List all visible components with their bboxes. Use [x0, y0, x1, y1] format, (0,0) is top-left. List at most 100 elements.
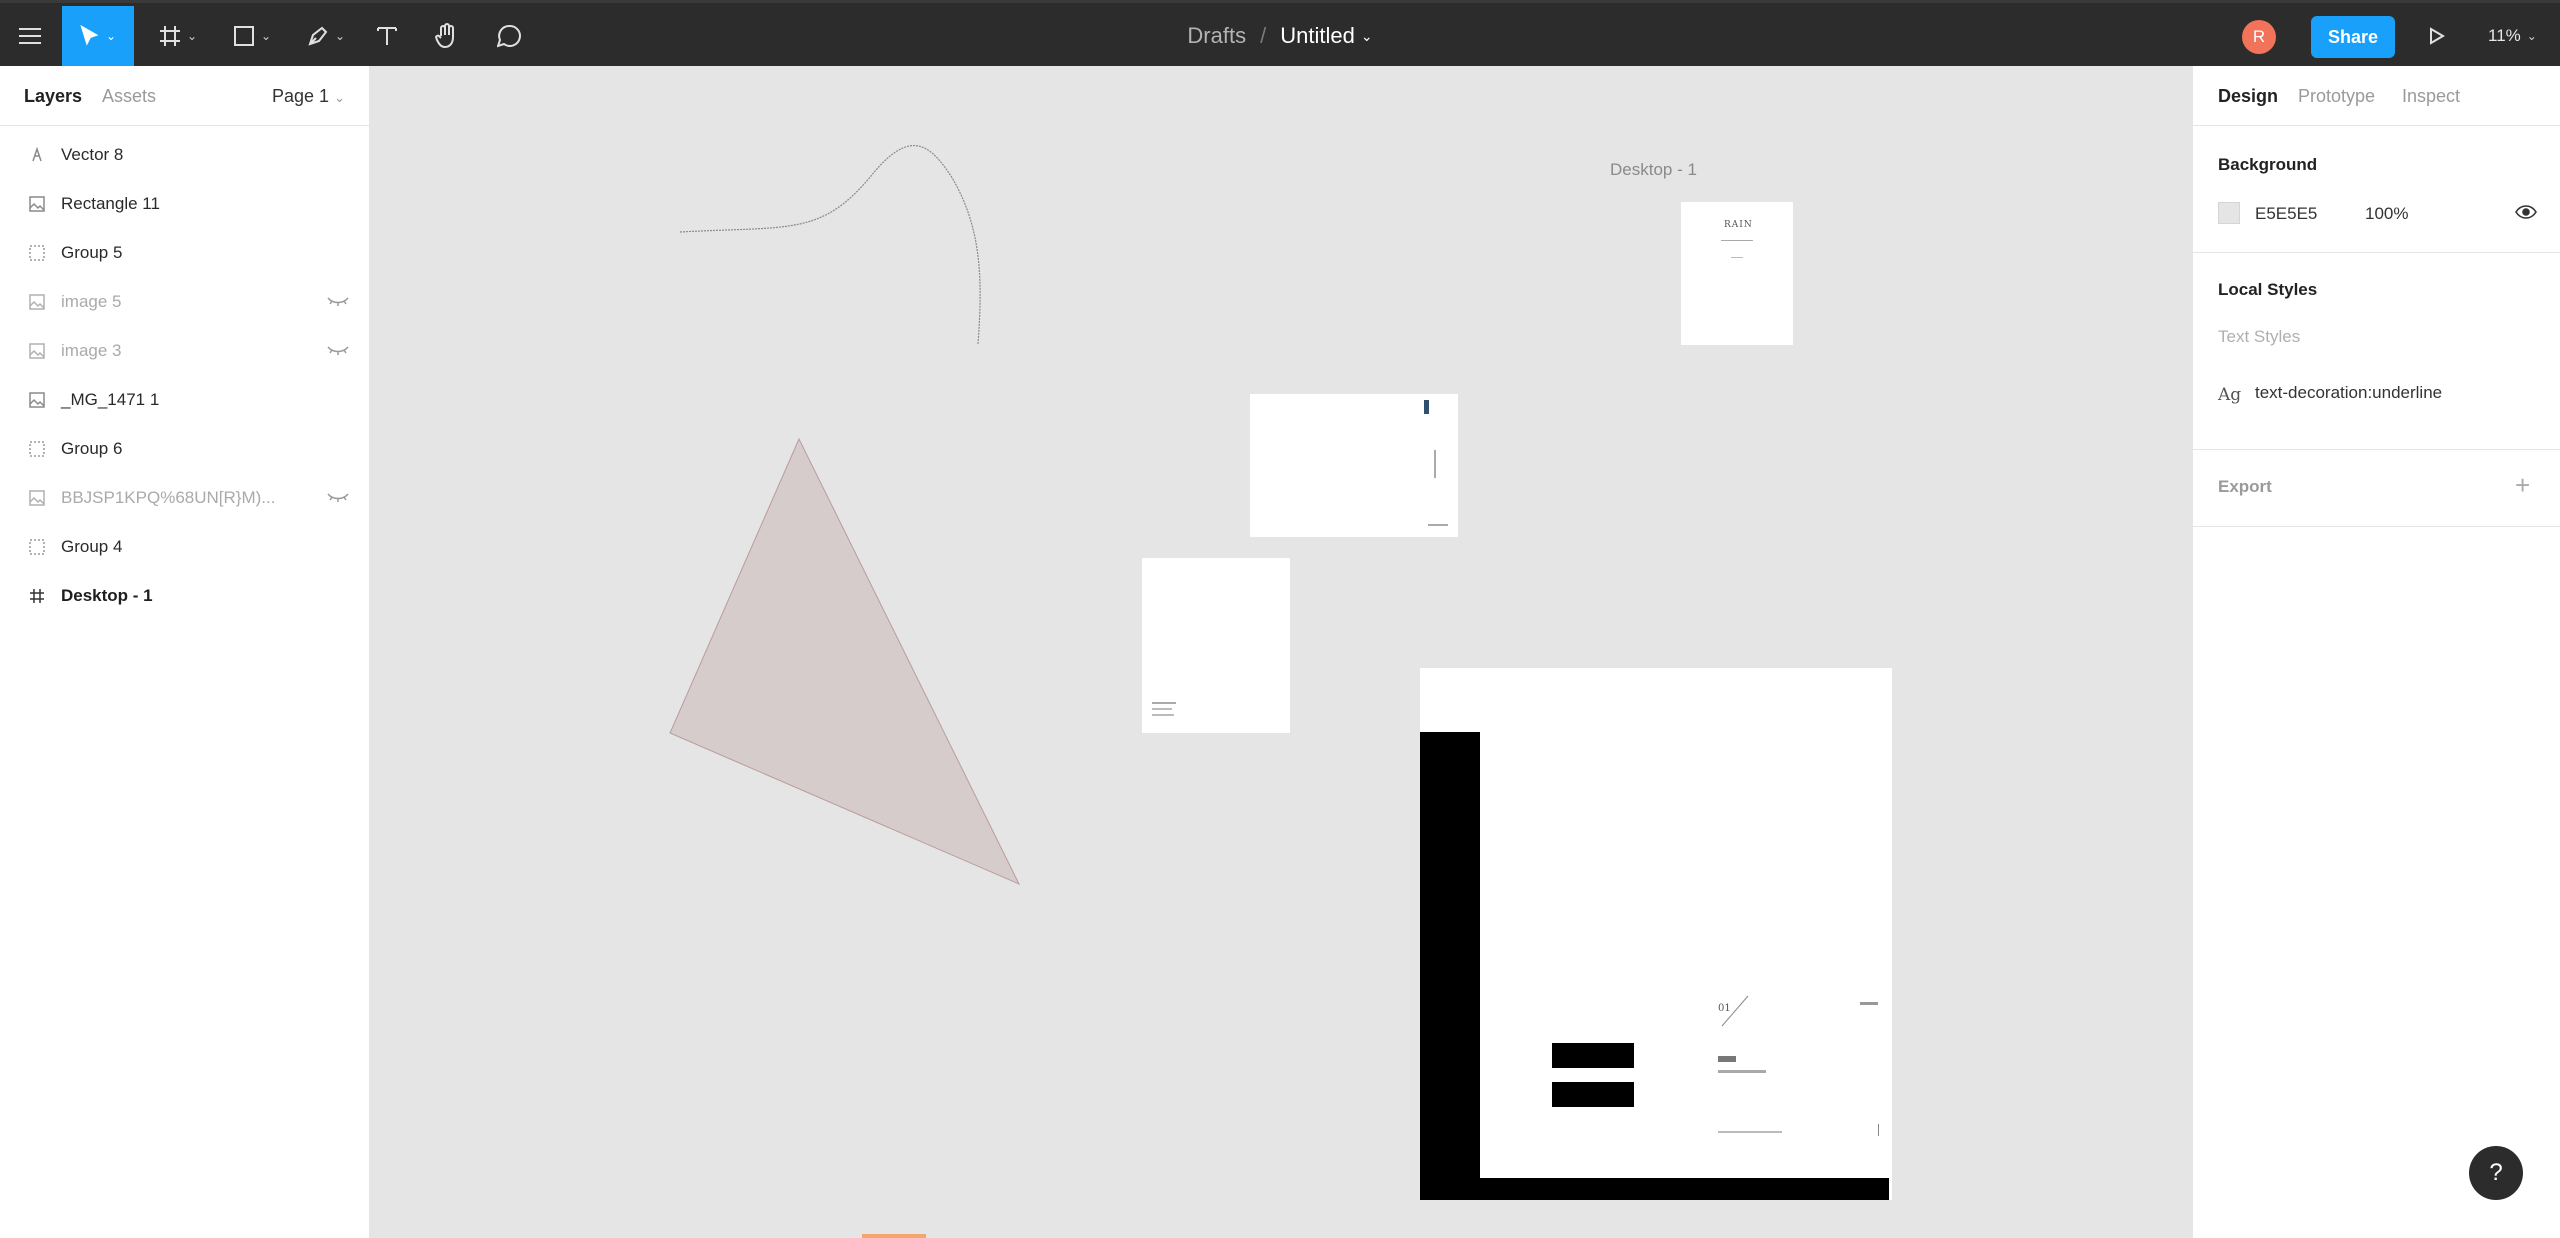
background-opacity-input[interactable]: 100% [2365, 204, 2408, 224]
design-canvas[interactable]: Desktop - 1 RAIN 01 [371, 66, 2191, 1238]
chevron-down-icon: ⌄ [260, 29, 272, 43]
rectangle-icon [233, 26, 254, 46]
desktop-1-frame[interactable]: 01 [1420, 668, 1892, 1200]
hand-tool-button[interactable] [432, 6, 462, 66]
share-button[interactable]: Share [2311, 16, 2395, 58]
black-vertical-bar [1420, 732, 1480, 1200]
black-block [1552, 1082, 1634, 1107]
chevron-down-icon[interactable]: ⌄ [1361, 28, 1373, 45]
frame-icon [159, 26, 180, 46]
tab-assets[interactable]: Assets [102, 86, 156, 107]
eye-closed-icon[interactable] [327, 341, 349, 361]
poster-thumbnail-2[interactable] [1250, 394, 1458, 537]
layer-group-6[interactable]: Group 6 [0, 424, 370, 473]
poster-line [1721, 240, 1753, 241]
user-avatar[interactable]: R [2242, 20, 2276, 54]
layer-name: image 3 [61, 340, 122, 360]
layer-name: image 5 [61, 291, 122, 311]
left-panel-tabs: Layers Assets Page 1 ⌄ [0, 66, 369, 126]
chevron-down-icon: ⌄ [186, 29, 198, 43]
image-icon [28, 489, 46, 507]
layer-image-5[interactable]: image 5 [0, 277, 370, 326]
pen-tool-button[interactable]: ⌄ [298, 6, 354, 66]
group-icon [28, 244, 46, 262]
poster-color-strip [1424, 400, 1429, 414]
layer-name: BBJSP1KPQ%68UN[R}M)... [61, 487, 276, 507]
hand-icon [435, 23, 454, 49]
cursor-icon [80, 25, 99, 46]
triangle-shape [669, 437, 1021, 886]
chevron-down-icon: ⌄ [105, 29, 117, 43]
play-icon [2430, 27, 2445, 45]
tab-prototype[interactable]: Prototype [2298, 86, 2375, 107]
pen-icon [308, 26, 328, 46]
group-icon [28, 440, 46, 458]
breadcrumb-drafts[interactable]: Drafts [1187, 23, 1246, 49]
layer-name: Rectangle 11 [61, 193, 160, 213]
file-title[interactable]: Untitled [1280, 23, 1355, 49]
poster-footer [1428, 524, 1448, 526]
present-button[interactable] [2422, 6, 2452, 66]
vector-8-curve [679, 145, 981, 345]
text-style-name[interactable]: text-decoration:underline [2255, 383, 2442, 403]
layer-rectangle-11[interactable]: Rectangle 11 [0, 179, 370, 228]
shape-tool-button[interactable]: ⌄ [224, 6, 280, 66]
add-export-icon[interactable]: + [2515, 470, 2530, 501]
tab-layers[interactable]: Layers [24, 86, 82, 107]
export-heading[interactable]: Export [2218, 477, 2272, 497]
chevron-down-icon: ⌄ [334, 90, 345, 105]
layer-name: Group 5 [61, 242, 123, 262]
properties-panel: Design Prototype Inspect Background E5E5… [2192, 66, 2560, 1238]
frame-tool-button[interactable]: ⌄ [150, 6, 206, 66]
layer-mg-1471[interactable]: _MG_1471 1 [0, 375, 370, 424]
layer-name: Vector 8 [61, 144, 124, 164]
top-toolbar: ⌄ ⌄ ⌄ ⌄ Drafts / Untitled ⌄ R Share 11% … [0, 0, 2560, 66]
frame-icon [28, 587, 46, 605]
group-icon [28, 538, 46, 556]
layer-desktop-1[interactable]: Desktop - 1 [0, 571, 370, 620]
layer-vector-8[interactable]: Vector 8 [0, 130, 370, 179]
hamburger-icon [19, 28, 41, 44]
tab-inspect[interactable]: Inspect [2402, 86, 2460, 107]
poster-text-line [1152, 708, 1172, 710]
eye-closed-icon[interactable] [327, 292, 349, 312]
background-hex-input[interactable]: E5E5E5 [2255, 204, 2317, 224]
layer-group-4[interactable]: Group 4 [0, 522, 370, 571]
eye-closed-icon[interactable] [327, 488, 349, 508]
scroll-indicator [862, 1234, 926, 1238]
main-menu-button[interactable] [0, 6, 60, 66]
subheading-text [1718, 1070, 1766, 1073]
background-section: Background E5E5E5 100% [2193, 126, 2560, 253]
poster-title: RAIN [1724, 220, 1753, 230]
chevron-down-icon: ⌄ [2526, 29, 2537, 43]
heading-text [1718, 1056, 1736, 1062]
layer-group-5[interactable]: Group 5 [0, 228, 370, 277]
vector-icon [28, 146, 46, 164]
breadcrumb-separator: / [1260, 23, 1267, 48]
frame-label[interactable]: Desktop - 1 [1610, 160, 1697, 180]
layer-name: Group 4 [61, 536, 123, 556]
comment-icon [497, 24, 521, 48]
layer-image-3[interactable]: image 3 [0, 326, 370, 375]
help-button[interactable]: ? [2469, 1146, 2523, 1200]
poster-line [1731, 257, 1743, 258]
poster-text-line [1152, 702, 1176, 704]
local-styles-heading: Local Styles [2218, 280, 2318, 299]
poster-text-line [1152, 714, 1174, 716]
poster-thumbnail-3[interactable] [1142, 558, 1290, 733]
background-color-swatch[interactable] [2218, 202, 2240, 224]
comment-tool-button[interactable] [494, 6, 524, 66]
move-tool-button[interactable]: ⌄ [62, 6, 134, 66]
zoom-dropdown[interactable]: 11% ⌄ [2488, 6, 2537, 66]
text-tool-button[interactable] [372, 6, 402, 66]
layer-bbjsp-image[interactable]: BBJSP1KPQ%68UN[R}M)... [0, 473, 370, 522]
tab-design[interactable]: Design [2218, 86, 2278, 107]
eye-icon[interactable] [2515, 204, 2537, 225]
poster-thumbnail-1[interactable]: RAIN [1681, 202, 1793, 345]
footer-text [1718, 1131, 1782, 1133]
layer-list: Vector 8 Rectangle 11 Group 5 image 5 im… [0, 130, 370, 620]
poster-vertical-text [1434, 450, 1436, 478]
page-selector[interactable]: Page 1 ⌄ [272, 86, 345, 107]
footer-mark [1878, 1124, 1879, 1136]
chevron-down-icon: ⌄ [334, 29, 346, 43]
